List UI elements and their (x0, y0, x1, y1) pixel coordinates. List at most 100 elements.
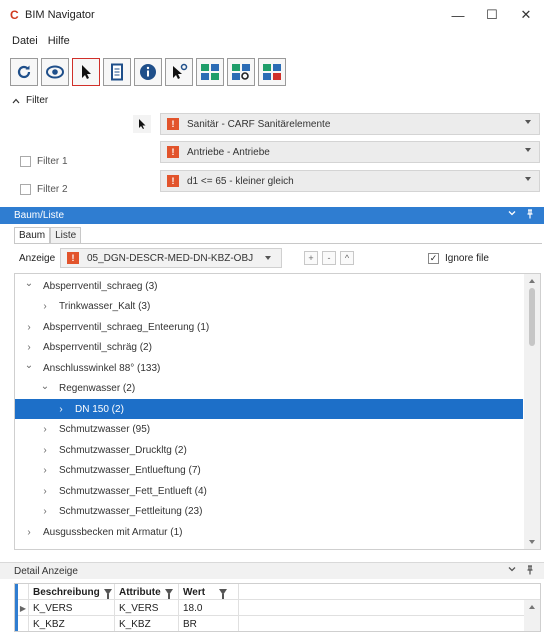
model-view-icon (201, 64, 219, 80)
column-header-wert[interactable]: Wert (179, 584, 239, 600)
chevron-right-icon[interactable]: › (39, 301, 51, 312)
cell-beschreibung[interactable]: K_VERS (29, 600, 115, 616)
tree-node[interactable]: › Schmutzwasser_Fett_Entlueft (4) (15, 481, 523, 501)
filter-2-checkbox-row[interactable]: Filter 2 (20, 178, 68, 200)
column-header-attribute[interactable]: Attribute (115, 584, 179, 600)
baum-tabs: Baum Liste (14, 227, 82, 243)
chevron-right-icon[interactable]: › (39, 465, 51, 476)
table-row[interactable]: K_KBZ K_KBZ BR (15, 616, 540, 631)
info-button[interactable] (134, 58, 162, 86)
chevron-right-icon[interactable]: › (39, 506, 51, 517)
tree-node-label: DN 150 (2) (75, 403, 124, 415)
menu-hilfe[interactable]: Hilfe (48, 35, 70, 47)
filter-2-checkbox[interactable] (20, 183, 31, 195)
chevron-down-icon[interactable]: ⌄ (39, 381, 51, 392)
cell-attribute[interactable]: K_VERS (115, 600, 179, 616)
filter-1-checkbox[interactable] (20, 155, 31, 167)
filter-1-label: Filter 1 (37, 155, 68, 167)
tree-node-label: Schmutzwasser_Entlueftung (7) (59, 465, 201, 476)
tree-node[interactable]: › Trinkwasser_Kalt (3) (15, 297, 523, 317)
chevron-right-icon[interactable]: › (55, 404, 67, 415)
model-search-button[interactable] (227, 58, 255, 86)
filter-funnel-icon[interactable] (164, 589, 173, 599)
pointer-settings-icon (173, 63, 188, 79)
anzeige-value: 05_DGN-DESCR-MED-DN-KBZ-OBJ (87, 252, 254, 264)
toolbar (10, 58, 286, 88)
level-up-button[interactable]: ^ (340, 251, 354, 265)
pin-icon[interactable] (526, 565, 534, 575)
expand-all-button[interactable]: + (304, 251, 318, 265)
table-row[interactable]: ▶ K_VERS K_VERS 18.0 (15, 600, 540, 616)
chevron-down-icon[interactable] (508, 565, 516, 573)
tree-scrollbar[interactable] (524, 274, 540, 549)
tree-node[interactable]: › Schmutzwasser_Fettleitung (23) (15, 502, 523, 522)
chevron-down-icon[interactable]: ⌄ (23, 278, 35, 289)
chevron-down-icon[interactable] (508, 209, 516, 217)
tree-node[interactable]: › Schmutzwasser (95) (15, 420, 523, 440)
chevron-right-icon[interactable]: › (23, 342, 35, 353)
tab-divider (14, 243, 542, 244)
tree-node[interactable]: ⌄ Anschlusswinkel 88° (133) (15, 358, 523, 378)
ignore-file-label: Ignore file (445, 253, 489, 264)
cell-attribute[interactable]: K_KBZ (115, 616, 179, 631)
tab-liste[interactable]: Liste (50, 227, 82, 243)
select-button[interactable] (72, 58, 100, 86)
minimize-button[interactable]: — (440, 0, 476, 30)
ignore-file-checkbox[interactable]: ✓ (428, 253, 439, 264)
filter-main-dropdown[interactable]: ! Sanitär - CARF Sanitärelemente (160, 113, 540, 135)
tree-node[interactable]: › Ausgussbecken mit Armatur (1) (15, 522, 523, 542)
anzeige-dropdown[interactable]: ! 05_DGN-DESCR-MED-DN-KBZ-OBJ (60, 248, 282, 268)
tree-node-label: Ausgussbecken mit Armatur (1) (43, 526, 183, 538)
scroll-down-icon[interactable] (529, 540, 535, 544)
model-view-button[interactable] (196, 58, 224, 86)
model-check-button[interactable] (258, 58, 286, 86)
tab-baum[interactable]: Baum (14, 227, 51, 243)
tree-node[interactable]: › Schmutzwasser_Entlueftung (7) (15, 461, 523, 481)
tree-node[interactable]: › Absperrventil_schraeg_Enteerung (1) (15, 317, 523, 337)
document-button[interactable] (103, 58, 131, 86)
maximize-button[interactable]: ☐ (474, 0, 510, 30)
refresh-button[interactable] (10, 58, 38, 86)
filter-1-dropdown[interactable]: ! Antriebe - Antriebe (160, 141, 540, 163)
detail-grid: Beschreibung Attribute Wert ▶ K_VERS K_V… (14, 583, 541, 632)
tree-node-label: Absperrventil_schraeg (3) (43, 280, 158, 292)
chevron-right-icon[interactable]: › (39, 445, 51, 456)
pin-icon[interactable] (526, 209, 534, 219)
filter-funnel-icon[interactable] (103, 589, 112, 599)
scroll-thumb[interactable] (529, 288, 535, 346)
app-logo-icon: C (10, 8, 19, 22)
chevron-right-icon[interactable]: › (23, 527, 35, 538)
scroll-up-icon[interactable] (529, 279, 535, 283)
filter-1-checkbox-row[interactable]: Filter 1 (20, 150, 68, 172)
chevron-down-icon[interactable]: ⌄ (23, 360, 35, 371)
filter-2-dropdown[interactable]: ! d1 <= 65 - kleiner gleich (160, 170, 540, 192)
collapse-all-button[interactable]: - (322, 251, 336, 265)
cell-wert[interactable]: 18.0 (179, 600, 239, 616)
chevron-right-icon[interactable]: › (23, 322, 35, 333)
filter-header[interactable]: Filter (12, 95, 48, 106)
cell-wert[interactable]: BR (179, 616, 239, 631)
view-button[interactable] (41, 58, 69, 86)
scroll-up-icon[interactable] (529, 605, 535, 609)
grid-scrollbar[interactable] (524, 600, 540, 631)
cell-beschreibung[interactable]: K_KBZ (29, 616, 115, 631)
chevron-right-icon[interactable]: › (39, 486, 51, 497)
tree-node[interactable]: › Schmutzwasser_Druckltg (2) (15, 440, 523, 460)
close-button[interactable]: ✕ (508, 0, 544, 30)
menu-datei[interactable]: Datei (12, 35, 38, 47)
warning-icon: ! (167, 118, 179, 130)
tree-node[interactable]: ⌄ Regenwasser (2) (15, 379, 523, 399)
column-header-beschreibung[interactable]: Beschreibung (29, 584, 115, 600)
dropdown-arrow-icon (525, 148, 531, 152)
filter-funnel-icon[interactable] (219, 589, 228, 599)
tree-node[interactable]: › Absperrventil_schräg (2) (15, 338, 523, 358)
filter-main-value: Sanitär - CARF Sanitärelemente (187, 118, 331, 130)
tree-node[interactable]: › DN 150 (2) (15, 399, 523, 419)
filter-label: Filter (26, 95, 49, 106)
chevron-right-icon[interactable]: › (39, 424, 51, 435)
filter-pick-button[interactable] (133, 115, 151, 133)
tree-node[interactable]: ⌄ Absperrventil_schraeg (3) (15, 276, 523, 296)
ignore-file-option[interactable]: ✓ Ignore file (428, 253, 489, 264)
menu-bar: Datei Hilfe (0, 30, 544, 52)
pointer-settings-button[interactable] (165, 58, 193, 86)
